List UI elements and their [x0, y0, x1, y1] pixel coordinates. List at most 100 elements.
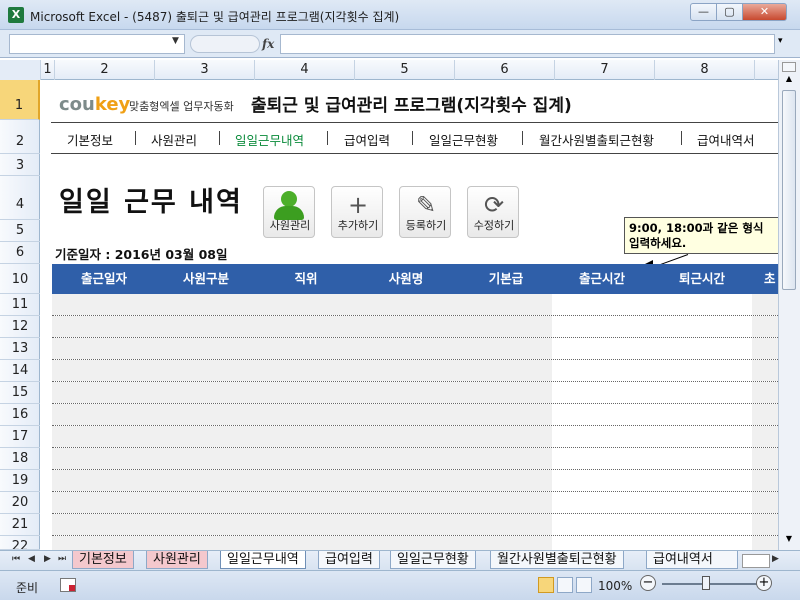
next-sheet-icon[interactable]: ▶: [44, 554, 51, 564]
row-header[interactable]: 11: [0, 294, 40, 316]
edit-button[interactable]: ⟳ 수정하기: [467, 186, 519, 238]
row-header[interactable]: 2: [0, 120, 40, 154]
insert-function-icon[interactable]: fx: [262, 37, 274, 51]
row-header[interactable]: 20: [0, 492, 40, 514]
minimize-button[interactable]: —: [690, 3, 717, 21]
row-header[interactable]: 4: [0, 176, 40, 220]
nav-separator: [135, 131, 136, 145]
normal-view-icon[interactable]: [538, 577, 554, 593]
table-header-cell[interactable]: 퇴근시간: [652, 264, 752, 294]
page-layout-view-icon[interactable]: [557, 577, 573, 593]
table-header-cell[interactable]: 기본급: [456, 264, 556, 294]
table-header-cell[interactable]: 직위: [256, 264, 356, 294]
window-title: Microsoft Excel - (5487) 출퇴근 및 급여관리 프로그램…: [30, 10, 400, 24]
table-row[interactable]: [52, 404, 778, 426]
scroll-thumb[interactable]: [782, 90, 796, 290]
nav-item-monthly-attendance[interactable]: 월간사원별출퇴근현황: [539, 130, 654, 149]
status-bar: 준비 100% − +: [0, 570, 800, 600]
column-header[interactable]: 5: [355, 60, 455, 80]
macro-record-icon[interactable]: [60, 578, 76, 592]
column-header[interactable]: 7: [555, 60, 655, 80]
table-row[interactable]: [52, 514, 778, 536]
table-header-cell[interactable]: 출근일자: [52, 264, 156, 294]
scroll-up-icon[interactable]: ▲: [782, 74, 796, 86]
table-row[interactable]: [52, 382, 778, 404]
expand-formula-icon[interactable]: ▾: [778, 36, 783, 46]
row-header[interactable]: 5: [0, 220, 40, 242]
prev-sheet-icon[interactable]: ◀: [28, 554, 35, 564]
table-row[interactable]: [52, 360, 778, 382]
close-button[interactable]: ✕: [742, 3, 787, 21]
nav-item-employee[interactable]: 사원관리: [151, 130, 197, 149]
row-header[interactable]: 21: [0, 514, 40, 536]
row-header[interactable]: 10: [0, 264, 40, 294]
zoom-in-icon[interactable]: +: [756, 575, 772, 591]
row-header[interactable]: 16: [0, 404, 40, 426]
column-header[interactable]: 2: [55, 60, 155, 80]
table-header-cell[interactable]: 출근시간: [552, 264, 652, 294]
column-header[interactable]: 6: [455, 60, 555, 80]
sheet-tab-daily-work[interactable]: 일일근무내역: [220, 551, 306, 569]
nav-item-daily-status[interactable]: 일일근무현황: [429, 130, 498, 149]
zoom-slider-thumb[interactable]: [702, 576, 710, 590]
row-header[interactable]: 19: [0, 470, 40, 492]
formula-input[interactable]: [280, 34, 775, 54]
sheet-tab-employee[interactable]: 사원관리: [146, 551, 208, 569]
row-header[interactable]: 1: [0, 80, 40, 120]
column-header[interactable]: 1: [41, 60, 55, 80]
table-row[interactable]: [52, 294, 778, 316]
sheet-tab-monthly-attendance[interactable]: 월간사원별출퇴근현황: [490, 551, 624, 569]
scroll-down-icon[interactable]: ▼: [782, 534, 796, 546]
table-header-cell[interactable]: 사원명: [356, 264, 456, 294]
table-row[interactable]: [52, 338, 778, 360]
table-row[interactable]: [52, 536, 778, 550]
row-header[interactable]: 22: [0, 536, 40, 550]
select-all-corner[interactable]: [0, 60, 41, 80]
row-header[interactable]: 6: [0, 242, 40, 264]
zoom-out-icon[interactable]: −: [640, 575, 656, 591]
zoom-slider[interactable]: [662, 583, 758, 585]
row-header[interactable]: 14: [0, 360, 40, 382]
register-button[interactable]: ✎ 등록하기: [399, 186, 451, 238]
split-box[interactable]: [782, 62, 796, 72]
scroll-right-icon[interactable]: ▶: [772, 554, 779, 564]
refresh-icon: ⟳: [483, 191, 505, 219]
maximize-button[interactable]: ▢: [716, 3, 743, 21]
table-header-cell[interactable]: 초: [752, 264, 778, 294]
sheet-tab-daily-status[interactable]: 일일근무현황: [390, 551, 476, 569]
table-header-cell[interactable]: 사원구분: [156, 264, 256, 294]
column-header[interactable]: 4: [255, 60, 355, 80]
page-break-view-icon[interactable]: [576, 577, 592, 593]
row-header[interactable]: 18: [0, 448, 40, 470]
add-button[interactable]: + 추가하기: [331, 186, 383, 238]
vertical-scrollbar[interactable]: ▲ ▼: [778, 60, 800, 550]
last-sheet-icon[interactable]: ⏭: [58, 554, 66, 564]
table-row[interactable]: [52, 426, 778, 448]
row-header[interactable]: 13: [0, 338, 40, 360]
table-row[interactable]: [52, 316, 778, 338]
column-header[interactable]: 3: [155, 60, 255, 80]
row-header[interactable]: 3: [0, 154, 40, 176]
column-header[interactable]: 8: [655, 60, 755, 80]
excel-app-icon[interactable]: X: [8, 7, 24, 23]
name-box[interactable]: [9, 34, 185, 54]
row-header[interactable]: 15: [0, 382, 40, 404]
sheet-tab-basic-info[interactable]: 기본정보: [72, 551, 134, 569]
row-header[interactable]: 12: [0, 316, 40, 338]
table-row[interactable]: [52, 492, 778, 514]
first-sheet-icon[interactable]: ⏮: [12, 554, 20, 564]
nav-item-salary-input[interactable]: 급여입력: [344, 130, 390, 149]
sheet-tab-salary-input[interactable]: 급여입력: [318, 551, 380, 569]
table-row[interactable]: [52, 470, 778, 492]
horizontal-scrollbar[interactable]: [742, 554, 770, 568]
nav-item-basic-info[interactable]: 기본정보: [67, 130, 113, 149]
zoom-level[interactable]: 100%: [598, 579, 632, 593]
employee-manage-button[interactable]: 사원관리: [263, 186, 315, 238]
sheet-tabs-bar: ⏮ ◀ ▶ ⏭ 기본정보 사원관리 일일근무내역 급여입력 일일근무현황 월간사…: [0, 550, 800, 570]
nav-item-payslip[interactable]: 급여내역서: [697, 130, 755, 149]
row-header[interactable]: 17: [0, 426, 40, 448]
nav-item-daily-work[interactable]: 일일근무내역: [235, 130, 304, 149]
table-row[interactable]: [52, 448, 778, 470]
chevron-down-icon[interactable]: ▼: [172, 36, 179, 46]
sheet-tab-payslip[interactable]: 급여내역서: [646, 551, 738, 569]
